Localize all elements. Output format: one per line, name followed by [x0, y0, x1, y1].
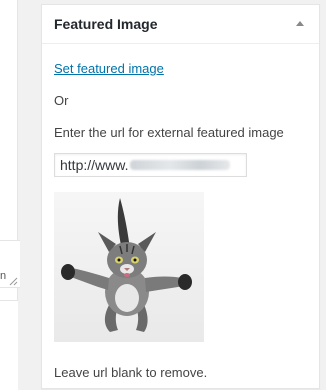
- kitten-image: [61, 198, 192, 332]
- featured-image-box: Featured Image Set featured image Or Ent…: [41, 4, 320, 389]
- external-url-instruction: Enter the url for external featured imag…: [54, 125, 284, 140]
- set-featured-image-link[interactable]: Set featured image: [54, 61, 164, 76]
- featured-image-title: Featured Image: [54, 16, 158, 32]
- editor-lower-box: [0, 300, 18, 390]
- triangle-up-icon[interactable]: [296, 21, 304, 26]
- featured-image-header[interactable]: Featured Image: [42, 5, 319, 44]
- external-url-input[interactable]: http://www.: [54, 153, 247, 177]
- featured-image-preview: [54, 192, 204, 342]
- or-text: Or: [54, 93, 69, 108]
- resize-handle-icon[interactable]: [8, 276, 18, 286]
- external-url-value: http://www.: [60, 157, 129, 173]
- editor-corner-label: n: [0, 270, 7, 282]
- blurred-domain: [130, 160, 231, 170]
- remove-url-hint: Leave url blank to remove.: [54, 365, 208, 380]
- editor-panel: n: [0, 0, 20, 390]
